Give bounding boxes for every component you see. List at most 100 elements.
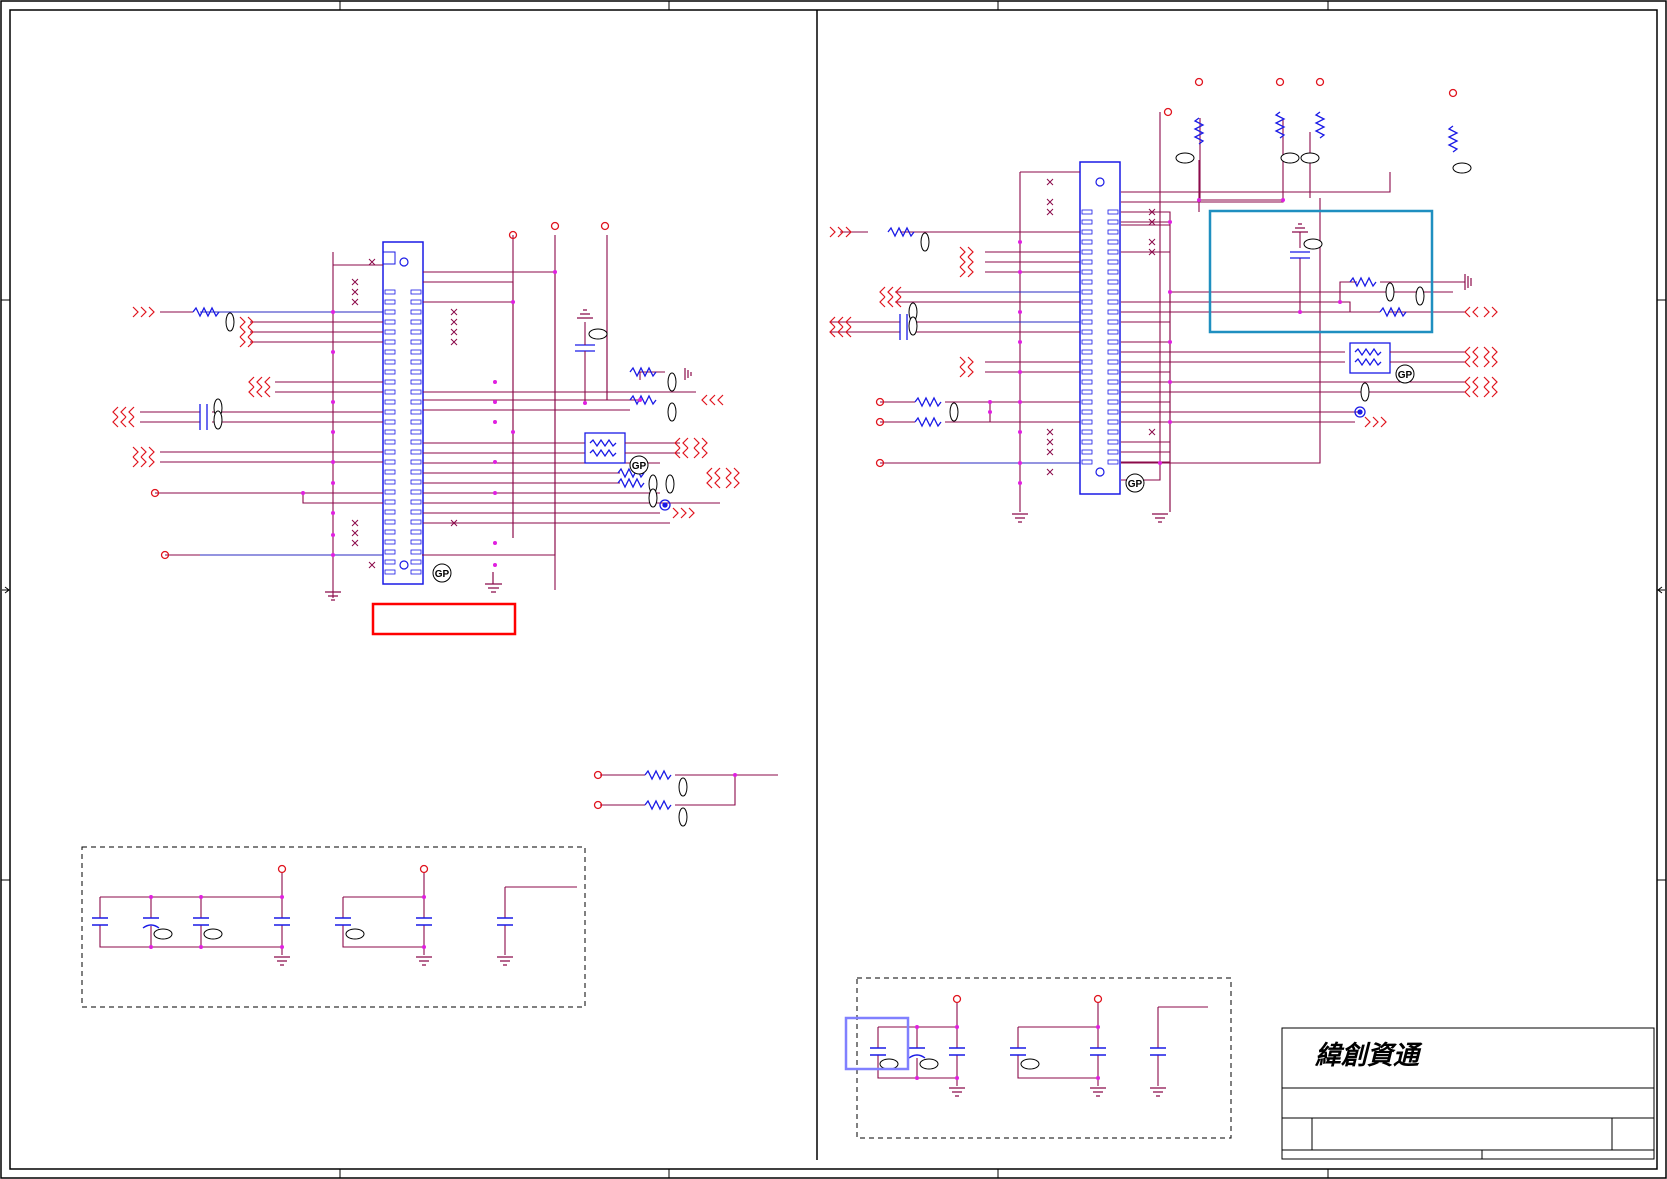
no-connect-mark <box>1148 428 1156 436</box>
connector-pin <box>410 359 422 365</box>
connector-pin <box>1107 459 1119 465</box>
junction-dot <box>493 400 497 404</box>
gp-badge: GP <box>632 461 647 472</box>
connector-pin <box>410 419 422 425</box>
no-connect-mark <box>450 338 458 346</box>
junction-dot <box>422 895 426 899</box>
junction-dot <box>493 460 497 464</box>
connector-pin <box>1081 289 1093 295</box>
junction-dot <box>1018 400 1022 404</box>
gp-badge: GP <box>1398 370 1413 381</box>
connector-pin <box>410 329 422 335</box>
connector-pin <box>1107 209 1119 215</box>
connector-pin <box>1107 309 1119 315</box>
connector-pin <box>1081 279 1093 285</box>
highlight-box-violet <box>844 1016 910 1071</box>
connector-pin <box>1081 219 1093 225</box>
left-components <box>192 306 672 811</box>
no-connect-mark <box>351 529 359 537</box>
resistor <box>617 477 645 489</box>
junction-dot <box>1197 198 1201 202</box>
connector-pin <box>1107 269 1119 275</box>
power-pins-left <box>150 221 610 810</box>
connector-pin <box>384 359 396 365</box>
connector-pin <box>410 569 422 575</box>
connector-pin <box>1107 319 1119 325</box>
junction-dot <box>1018 310 1022 314</box>
connector-pin <box>1107 359 1119 365</box>
company-name: 緯創資通 <box>1314 1041 1423 1071</box>
no-connect-mark <box>351 298 359 306</box>
junction-dot <box>511 430 515 434</box>
connector-pin <box>1081 339 1093 345</box>
junction-dot <box>511 300 515 304</box>
connector-pin <box>410 549 422 555</box>
no-connect-mark <box>1046 208 1054 216</box>
junction-dot <box>1168 420 1172 424</box>
connector-pin <box>410 409 422 415</box>
connector-pin <box>1081 309 1093 315</box>
connector-pin <box>410 509 422 515</box>
junction-dot <box>493 420 497 424</box>
junction-dot <box>1096 1076 1100 1080</box>
no-connect-mark <box>351 539 359 547</box>
no-connect-mark <box>1046 198 1054 206</box>
zone-ticks <box>1 1 1666 1178</box>
resistor <box>644 769 672 781</box>
connector-pin <box>384 489 396 495</box>
junction-dot <box>1298 310 1302 314</box>
right-connector-pins <box>1081 209 1119 465</box>
connector-pin <box>1107 299 1119 305</box>
gp-badge: GP <box>1128 479 1143 490</box>
junction-dot <box>733 773 737 777</box>
junction-dot <box>1018 481 1022 485</box>
no-connect-mark <box>450 318 458 326</box>
resistor-array <box>584 432 626 464</box>
connector-pin <box>1107 239 1119 245</box>
junction-dot <box>199 945 203 949</box>
connector-pin <box>384 519 396 525</box>
connector-pin <box>1107 289 1119 295</box>
junction-dot <box>331 310 335 314</box>
connector-pin <box>1081 459 1093 465</box>
connector-pin <box>410 439 422 445</box>
connector-pin <box>410 539 422 545</box>
connector-pin <box>1107 339 1119 345</box>
connector-pin <box>1107 259 1119 265</box>
connector-pin <box>1081 329 1093 335</box>
junction-dot <box>915 1076 919 1080</box>
right-connector-pin1-marker <box>1095 177 1105 187</box>
connector-pin <box>1081 349 1093 355</box>
connector-pin <box>384 429 396 435</box>
connector-pin <box>1081 399 1093 405</box>
junction-dot <box>1158 461 1162 465</box>
connector-pin <box>410 449 422 455</box>
connector-pin <box>410 459 422 465</box>
left-connector-key-notch <box>382 251 396 265</box>
connector-pin <box>1107 439 1119 445</box>
connector-pin <box>384 349 396 355</box>
ground-symbols-left <box>325 309 692 601</box>
junction-dot <box>1281 198 1285 202</box>
junction-dot <box>1096 1025 1100 1029</box>
connector-pin <box>384 329 396 335</box>
junction-dot <box>301 491 305 495</box>
junction-dot <box>493 380 497 384</box>
junction-dot <box>1018 270 1022 274</box>
connector-pin <box>1107 409 1119 415</box>
connector-pin <box>384 369 396 375</box>
connector-pin <box>1107 279 1119 285</box>
connector-pin <box>384 569 396 575</box>
connector-pin <box>384 309 396 315</box>
connector-pin <box>384 409 396 415</box>
connector-pin <box>384 529 396 535</box>
junction-dot <box>493 563 497 567</box>
junction-dot <box>331 533 335 537</box>
gp-badge: GP <box>435 569 450 580</box>
junction-dot <box>638 398 642 402</box>
junction-dot <box>1018 461 1022 465</box>
junction-dot <box>422 945 426 949</box>
no-connect-mark <box>1148 238 1156 246</box>
resistor <box>1314 111 1326 139</box>
junction-dot <box>493 491 497 495</box>
